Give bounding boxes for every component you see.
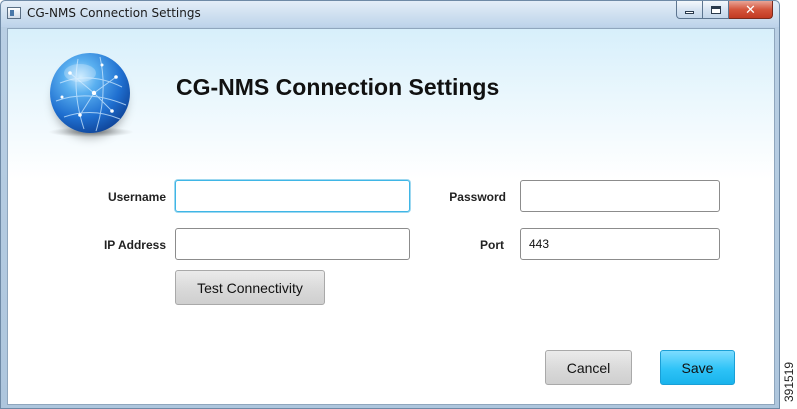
cancel-button[interactable]: Cancel <box>545 350 632 385</box>
maximize-button[interactable] <box>703 1 729 19</box>
dialog-content: CG-NMS Connection Settings Username Pass… <box>7 28 775 405</box>
window-controls: ✕ <box>676 1 773 20</box>
minimize-button[interactable] <box>676 1 703 19</box>
ip-address-input[interactable] <box>175 228 410 260</box>
close-icon: ✕ <box>745 1 756 17</box>
figure-id-text: 391519 <box>781 361 796 403</box>
figure-id: 391519 <box>780 360 797 404</box>
test-connectivity-button[interactable]: Test Connectivity <box>175 270 325 305</box>
save-button[interactable]: Save <box>660 350 735 385</box>
username-input[interactable] <box>175 180 410 212</box>
window-frame: CG-NMS Connection Settings ✕ CG-NMS Conn… <box>0 0 780 409</box>
title-bar[interactable]: CG-NMS Connection Settings ✕ <box>1 1 779 27</box>
username-label: Username <box>107 190 166 204</box>
port-label: Port <box>480 238 504 252</box>
password-label: Password <box>449 190 506 204</box>
minimize-icon <box>685 11 694 14</box>
globe-icon <box>50 53 130 133</box>
ip-address-label: IP Address <box>103 238 166 252</box>
port-input[interactable] <box>520 228 720 260</box>
window-title: CG-NMS Connection Settings <box>27 6 201 20</box>
page-title: CG-NMS Connection Settings <box>176 74 500 100</box>
maximize-icon <box>710 5 721 14</box>
close-button[interactable]: ✕ <box>729 1 773 19</box>
app-icon <box>7 7 21 19</box>
password-input[interactable] <box>520 180 720 212</box>
